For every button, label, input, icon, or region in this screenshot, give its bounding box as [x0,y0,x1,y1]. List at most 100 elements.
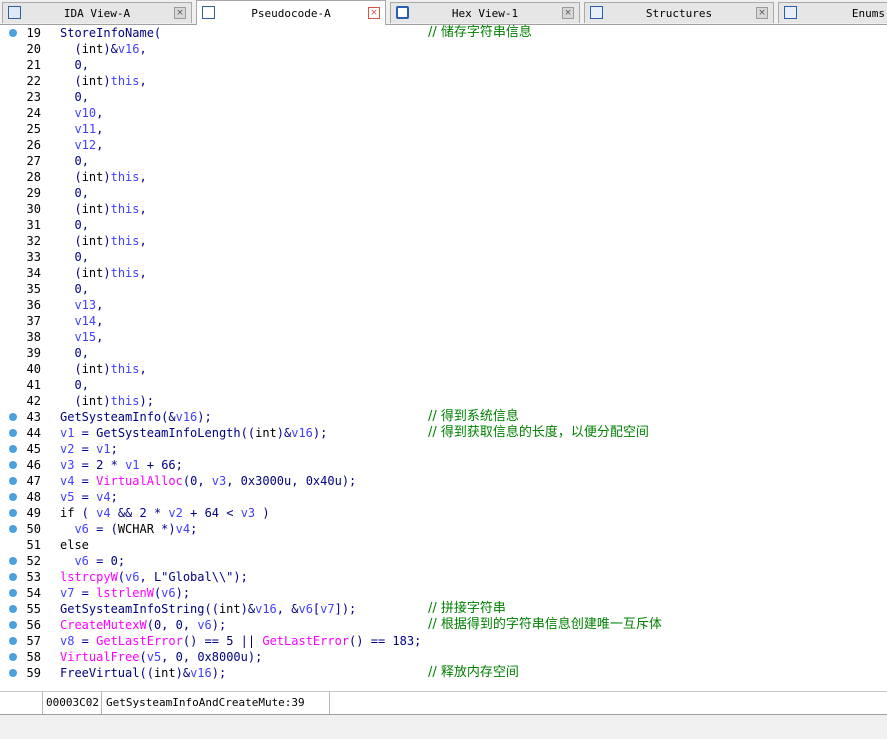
code-text[interactable]: 0, [60,281,88,297]
code-text[interactable]: v3 = 2 * v1 + 66; [60,457,183,473]
code-text[interactable]: (int)this, [60,169,146,185]
code-line[interactable]: 50 v6 = (WCHAR *)v4; [0,521,887,537]
code-line[interactable]: 41 0, [0,377,887,393]
code-line[interactable]: 43 GetSysteamInfo(&v16); // 得到系统信息 [0,409,887,425]
breakpoint-dot-icon[interactable] [9,573,17,581]
code-line[interactable]: 47 v4 = VirtualAlloc(0, v3, 0x3000u, 0x40… [0,473,887,489]
breakpoint-dot-icon[interactable] [9,445,17,453]
code-text[interactable]: (int)this, [60,265,146,281]
breakpoint-dot-icon[interactable] [9,637,17,645]
code-text[interactable]: 0, [60,153,88,169]
breakpoint-dot-icon[interactable] [9,29,17,37]
code-line[interactable]: 29 0, [0,185,887,201]
code-text[interactable]: (int)this, [60,361,146,377]
code-line[interactable]: 28 (int)this, [0,169,887,185]
breakpoint-dot-icon[interactable] [9,509,17,517]
code-line[interactable]: 36 v13, [0,297,887,313]
code-line[interactable]: 46 v3 = 2 * v1 + 66; [0,457,887,473]
breakpoint-dot-icon[interactable] [9,589,17,597]
breakpoint-dot-icon[interactable] [9,493,17,501]
code-text[interactable]: (int)this); [60,393,154,409]
code-text[interactable]: 0, [60,377,88,393]
code-line[interactable]: 56 CreateMutexW(0, 0, v6); // 根据得到的字符串信息创建… [0,617,887,633]
close-tab-icon[interactable]: × [368,7,380,19]
code-text[interactable]: v13, [60,297,103,313]
code-line[interactable]: 23 0, [0,89,887,105]
code-line[interactable]: 55 GetSysteamInfoString((int)&v16, &v6[v7… [0,601,887,617]
close-tab-icon[interactable]: × [174,7,186,19]
breakpoint-dot-icon[interactable] [9,477,17,485]
breakpoint-dot-icon[interactable] [9,525,17,533]
code-text[interactable]: lstrcpyW(v6, L"Global\\"); [60,569,248,585]
code-line[interactable]: 21 0, [0,57,887,73]
breakpoint-dot-icon[interactable] [9,621,17,629]
code-line[interactable]: 35 0, [0,281,887,297]
code-line[interactable]: 26 v12, [0,137,887,153]
code-line[interactable]: 39 0, [0,345,887,361]
code-line[interactable]: 40 (int)this, [0,361,887,377]
code-text[interactable]: 0, [60,345,88,361]
pseudocode-view[interactable]: 19 StoreInfoName(// 储存字符串信息 20 (int)&v16, 2… [0,25,887,691]
code-line[interactable]: 49 if ( v4 && 2 * v2 + 64 < v3 ) [0,505,887,521]
code-line[interactable]: 51 else [0,537,887,553]
code-line[interactable]: 37 v14, [0,313,887,329]
code-text[interactable]: CreateMutexW(0, 0, v6); [60,617,226,633]
tab-structures[interactable]: Structures × [584,2,774,23]
code-line[interactable]: 45 v2 = v1; [0,441,887,457]
code-line[interactable]: 20 (int)&v16, [0,41,887,57]
close-tab-icon[interactable]: × [756,7,768,19]
code-text[interactable]: v7 = lstrlenW(v6); [60,585,190,601]
code-text[interactable]: v2 = v1; [60,441,118,457]
tab-pseudocode-a[interactable]: Pseudocode-A × [196,0,386,25]
breakpoint-dot-icon[interactable] [9,557,17,565]
code-line[interactable]: 32 (int)this, [0,233,887,249]
code-text[interactable]: (int)&v16, [60,41,146,57]
code-text[interactable]: GetSysteamInfo(&v16); [60,409,212,425]
code-text[interactable]: v8 = GetLastError() == 5 || GetLastError… [60,633,421,649]
code-text[interactable]: v1 = GetSysteamInfoLength((int)&v16); [60,425,327,441]
code-text[interactable]: 0, [60,217,88,233]
code-line[interactable]: 48 v5 = v4; [0,489,887,505]
code-text[interactable]: 0, [60,89,88,105]
code-line[interactable]: 24 v10, [0,105,887,121]
code-line[interactable]: 59 FreeVirtual((int)&v16); // 释放内存空间 [0,665,887,681]
code-text[interactable]: v6 = 0; [60,553,125,569]
code-line[interactable]: 19 StoreInfoName(// 储存字符串信息 [0,25,887,41]
code-text[interactable]: 0, [60,57,88,73]
code-text[interactable]: GetSysteamInfoString((int)&v16, &v6[v7])… [60,601,356,617]
code-line[interactable]: 58 VirtualFree(v5, 0, 0x8000u); [0,649,887,665]
code-line[interactable]: 25 v11, [0,121,887,137]
code-line[interactable]: 53 lstrcpyW(v6, L"Global\\"); [0,569,887,585]
breakpoint-dot-icon[interactable] [9,461,17,469]
code-line[interactable]: 34 (int)this, [0,265,887,281]
code-line[interactable]: 52 v6 = 0; [0,553,887,569]
code-line[interactable]: 44 v1 = GetSysteamInfoLength((int)&v16); /… [0,425,887,441]
code-text[interactable]: StoreInfoName( [60,25,161,41]
code-line[interactable]: 38 v15, [0,329,887,345]
code-line[interactable]: 54 v7 = lstrlenW(v6); [0,585,887,601]
code-text[interactable]: (int)this, [60,233,146,249]
code-text[interactable]: (int)this, [60,73,146,89]
tab-enums[interactable]: Enums [778,2,887,23]
code-line[interactable]: 31 0, [0,217,887,233]
code-line[interactable]: 30 (int)this, [0,201,887,217]
code-text[interactable]: 0, [60,249,88,265]
tab-hex-view-1[interactable]: Hex View-1 × [390,2,580,23]
code-text[interactable]: 0, [60,185,88,201]
code-text[interactable]: v10, [60,105,103,121]
tab-ida-view-a[interactable]: IDA View-A × [2,2,192,23]
code-line[interactable]: 33 0, [0,249,887,265]
code-line[interactable]: 57 v8 = GetLastError() == 5 || GetLastErr… [0,633,887,649]
code-text[interactable]: v14, [60,313,103,329]
code-text[interactable]: v4 = VirtualAlloc(0, v3, 0x3000u, 0x40u)… [60,473,356,489]
code-line[interactable]: 42 (int)this); [0,393,887,409]
code-text[interactable]: FreeVirtual((int)&v16); [60,665,226,681]
code-text[interactable]: else [60,537,89,553]
breakpoint-dot-icon[interactable] [9,653,17,661]
code-text[interactable]: v5 = v4; [60,489,118,505]
code-text[interactable]: v11, [60,121,103,137]
code-line[interactable]: 27 0, [0,153,887,169]
breakpoint-dot-icon[interactable] [9,669,17,677]
breakpoint-dot-icon[interactable] [9,413,17,421]
code-text[interactable]: (int)this, [60,201,146,217]
